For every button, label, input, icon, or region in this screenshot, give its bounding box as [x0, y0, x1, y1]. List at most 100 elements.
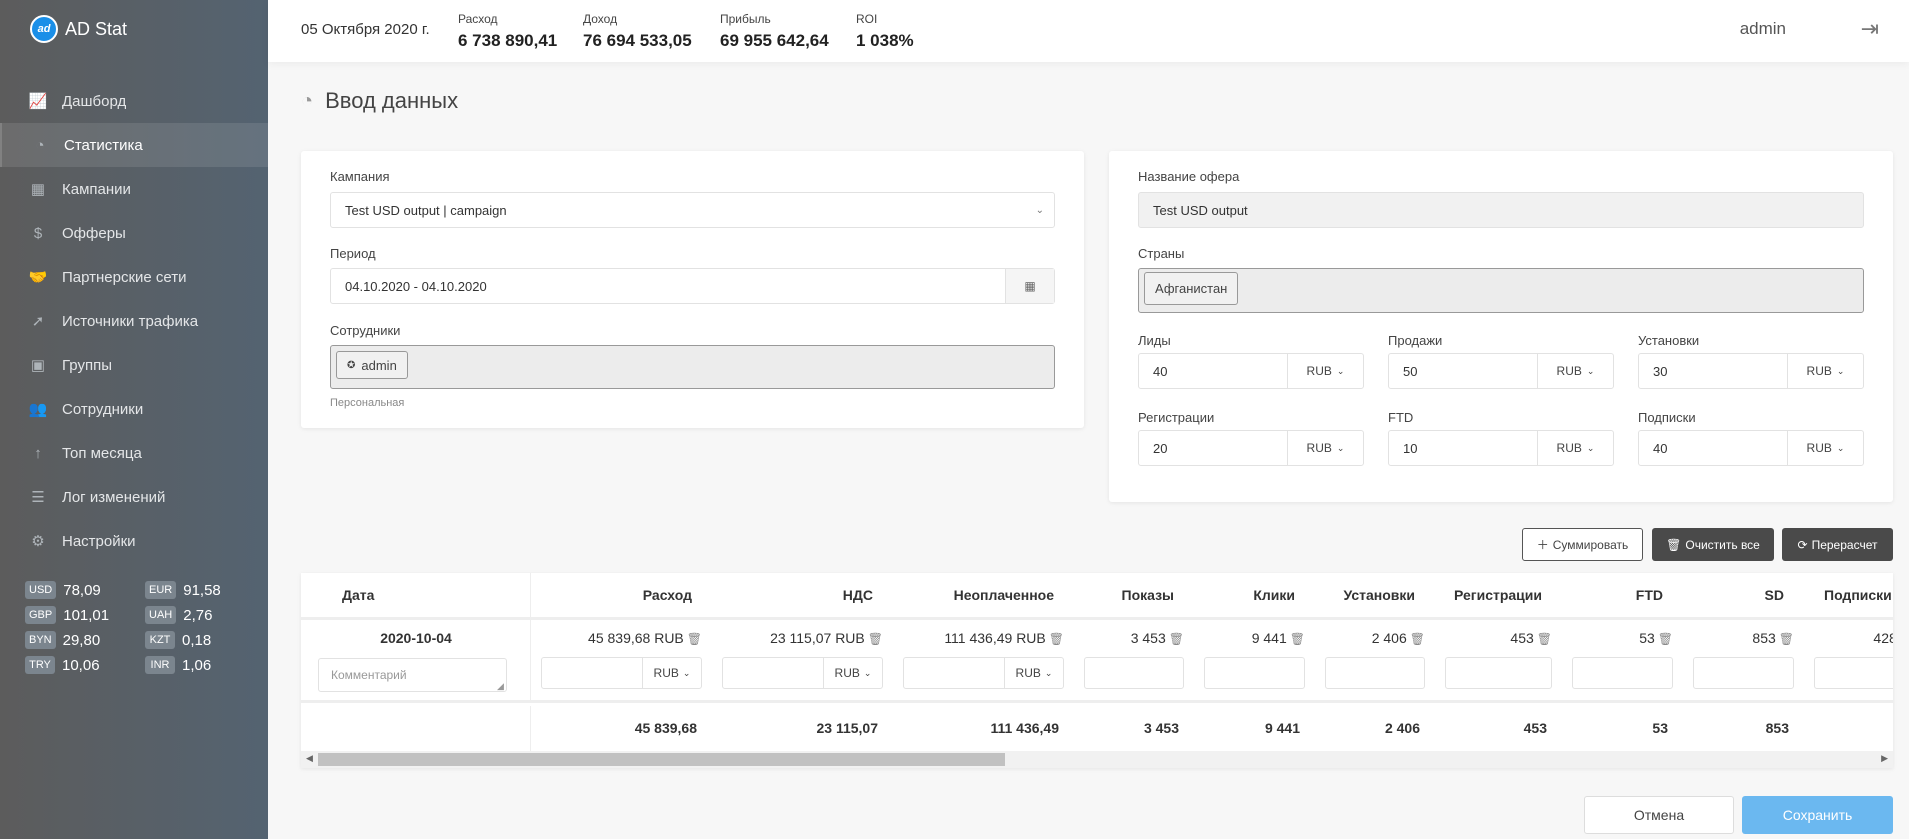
currency-select[interactable]: RUB ⌄: [1788, 431, 1863, 465]
clear-all-button[interactable]: 🗑 Очистить все: [1652, 528, 1774, 561]
calendar-icon[interactable]: ▦: [1005, 269, 1054, 303]
sidebar-item-6[interactable]: ▣ Группы: [0, 343, 268, 387]
total-cell: 9 441: [1194, 706, 1315, 751]
staff-tag[interactable]: ✪ admin: [336, 351, 408, 379]
recalc-button[interactable]: ⟳ Перерасчет: [1782, 528, 1893, 561]
trash-icon[interactable]: 🗑: [1779, 632, 1794, 646]
sidebar-item-0[interactable]: 📈 Дашборд: [0, 79, 268, 123]
sidebar-item-3[interactable]: $ Офферы: [0, 211, 268, 255]
cell-input[interactable]: [723, 658, 824, 688]
date-header: Дата: [342, 587, 375, 603]
sidebar-item-5[interactable]: ➚ Источники трафика: [0, 299, 268, 343]
sidebar-item-label: Сотрудники: [62, 400, 144, 418]
trash-icon[interactable]: 🗑: [1410, 632, 1425, 646]
column-header[interactable]: Расход: [531, 573, 712, 617]
currency-rate-value: 78,09: [63, 581, 101, 599]
currency-select[interactable]: RUB ⌄: [1538, 354, 1613, 388]
logout-icon[interactable]: ⇥: [1861, 16, 1879, 42]
field-label: Продажи: [1388, 333, 1443, 348]
trash-icon[interactable]: 🗑: [1169, 632, 1184, 646]
field-value-input[interactable]: 50: [1389, 354, 1538, 388]
scrollbar-thumb[interactable]: [318, 753, 1005, 766]
cell-input[interactable]: [904, 658, 1005, 688]
sidebar-item-label: Дашборд: [62, 92, 127, 110]
currency-select[interactable]: RUB ⌄: [1538, 431, 1613, 465]
countries-select[interactable]: Афганистан: [1138, 268, 1864, 313]
currency-select[interactable]: RUB ⌄: [643, 658, 701, 688]
field-value-input[interactable]: 30: [1639, 354, 1788, 388]
save-button[interactable]: Сохранить: [1742, 796, 1893, 834]
cell-input[interactable]: [1446, 658, 1551, 688]
trash-icon[interactable]: 🗑: [1658, 632, 1673, 646]
sidebar: ad AD Stat 📈 Дашборд ◔ Статистика ▦ Кампании $…: [0, 0, 268, 839]
cell-input[interactable]: [542, 658, 643, 688]
staff-tag-label: admin: [361, 357, 397, 373]
table-cell: 453 🗑: [1435, 620, 1562, 700]
column-header[interactable]: SD: [1683, 573, 1804, 617]
column-header[interactable]: Клики: [1194, 573, 1315, 617]
user-name[interactable]: admin: [1740, 19, 1786, 39]
currency-rate-value: 91,58: [183, 581, 221, 599]
cell-input[interactable]: [1815, 658, 1893, 688]
total-value: 53: [1652, 720, 1668, 736]
field-label: Установки: [1638, 333, 1700, 348]
sidebar-item-2[interactable]: ▦ Кампании: [0, 167, 268, 211]
cell-input[interactable]: [1573, 658, 1672, 688]
currency-select[interactable]: RUB ⌄: [1288, 431, 1363, 465]
scroll-right-icon[interactable]: ▶: [1881, 753, 1888, 764]
trash-icon[interactable]: 🗑: [868, 632, 883, 646]
sidebar-item-9[interactable]: ☰ Лог изменений: [0, 475, 268, 519]
campaign-select[interactable]: Test USD output | campaign ⌄: [330, 192, 1055, 228]
cell-input[interactable]: [1694, 658, 1793, 688]
sidebar-item-7[interactable]: 👥 Сотрудники: [0, 387, 268, 431]
field-value-input[interactable]: 40: [1139, 354, 1288, 388]
table-cell: 53 🗑: [1562, 620, 1683, 700]
field-value-input[interactable]: 10: [1389, 431, 1538, 465]
cell-input[interactable]: [1205, 658, 1304, 688]
cancel-button[interactable]: Отмена: [1584, 796, 1734, 834]
cell-input[interactable]: [1085, 658, 1183, 688]
period-input[interactable]: 04.10.2020 - 04.10.2020 ▦: [330, 268, 1055, 304]
scroll-left-icon[interactable]: ◀: [306, 753, 313, 764]
country-tag[interactable]: Афганистан: [1144, 272, 1239, 305]
sidebar-item-10[interactable]: ⚙ Настройки: [0, 519, 268, 563]
column-header[interactable]: Установки: [1315, 573, 1435, 617]
column-header[interactable]: Неоплаченное: [893, 573, 1074, 617]
resize-grip-icon[interactable]: ◢: [497, 681, 504, 692]
sidebar-item-8[interactable]: ↑ Топ месяца: [0, 431, 268, 475]
currency-select[interactable]: RUB ⌄: [1288, 354, 1363, 388]
remove-icon[interactable]: ✪: [347, 360, 355, 371]
trash-icon[interactable]: 🗑: [1290, 632, 1305, 646]
sidebar-item-4[interactable]: 🤝 Партнерские сети: [0, 255, 268, 299]
table-cell: 9 441 🗑: [1194, 620, 1315, 700]
column-header[interactable]: НДС: [712, 573, 893, 617]
table-row: 2020-10-04 ◢ 45 839,68 RUB🗑RUB⌄23 115,07…: [301, 620, 1893, 703]
cursor-icon: ➚: [31, 313, 45, 330]
comment-input[interactable]: [318, 658, 507, 692]
column-header[interactable]: Регистрации: [1435, 573, 1562, 617]
cell-input-group: [1693, 657, 1794, 689]
trash-icon[interactable]: 🗑: [687, 632, 702, 646]
column-header[interactable]: Показы: [1074, 573, 1194, 617]
horizontal-scrollbar[interactable]: ◀ ▶: [301, 751, 1893, 768]
currency-rate-value: 10,06: [62, 656, 100, 674]
total-cell: 23 115,07: [712, 706, 893, 751]
cell-value: 23 115,07 RUB 🗑: [770, 630, 883, 646]
column-header[interactable]: FTD: [1562, 573, 1683, 617]
sidebar-item-1[interactable]: ◔ Статистика: [0, 123, 268, 167]
currency-select[interactable]: RUB ⌄: [824, 658, 882, 688]
total-cell: 453: [1435, 706, 1562, 751]
stat-roi: ROI 1 038%: [856, 12, 914, 51]
field-value-input[interactable]: 20: [1139, 431, 1288, 465]
cell-input[interactable]: [1326, 658, 1424, 688]
column-header[interactable]: Подписки: [1804, 573, 1893, 617]
field-value-input[interactable]: 40: [1639, 431, 1788, 465]
currency-select[interactable]: RUB ⌄: [1788, 354, 1863, 388]
cell-value: 428🗑: [1873, 630, 1893, 646]
trash-icon[interactable]: 🗑: [1537, 632, 1552, 646]
staff-select[interactable]: ✪ admin: [330, 345, 1055, 389]
currency-select[interactable]: RUB ⌄: [1005, 658, 1063, 688]
total-value: 23 115,07: [816, 720, 878, 736]
trash-icon[interactable]: 🗑: [1049, 632, 1064, 646]
sum-button[interactable]: ＋ Суммировать: [1522, 528, 1643, 561]
